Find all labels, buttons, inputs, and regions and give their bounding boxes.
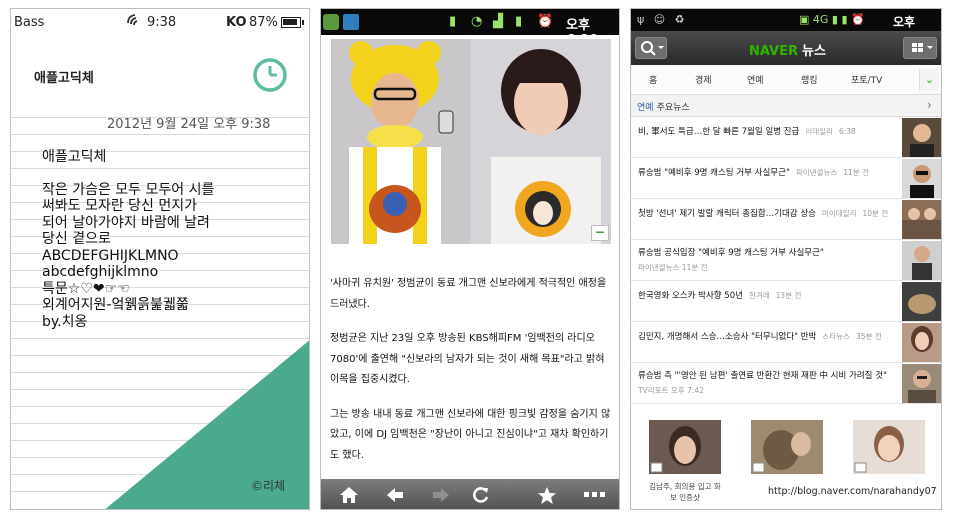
tab-home[interactable]: 홈 <box>649 73 657 86</box>
memo-line: 되어 날아가야지 바람에 날려 <box>42 214 210 231</box>
news-thumbnail <box>902 200 941 239</box>
gallery-image <box>649 420 721 474</box>
news-item[interactable]: 류승범 "예비후 9명 캐스팅 거부 사실무근" 파이낸셜뉴스 11분 전 <box>631 158 941 199</box>
tab-ranking[interactable]: 랭킹 <box>801 73 818 86</box>
news-thumbnail <box>902 241 941 280</box>
expand-button[interactable]: − <box>591 225 609 241</box>
battery-percent: 87% <box>249 15 278 30</box>
memo-date: 2012년 9월 24일 오후 9:38 <box>107 117 271 132</box>
grid-icon <box>912 43 933 52</box>
memo-line: abcdefghijklmno <box>42 264 159 280</box>
news-item[interactable]: 비, 軍서도 특급…한 달 빠른 7월일 일병 진급 이데일리 6:38 <box>631 117 941 158</box>
signal-icon: ▣ 4G ▮ ▮ ⏰ <box>799 13 865 26</box>
memo-body[interactable]: 애플고딕체 작은 가슴은 모두 모두어 시를 써봐도 모자란 당신 먼지가 되어… <box>42 149 302 330</box>
article-photo[interactable] <box>331 39 611 244</box>
app-icon <box>323 14 339 30</box>
news-thumbnail <box>902 159 941 198</box>
carrier-name: Bass <box>14 15 45 30</box>
tab-economy[interactable]: 경제 <box>695 73 712 86</box>
wifi-icon <box>127 14 138 26</box>
bookmark-icon[interactable] <box>535 483 559 507</box>
browser-toolbar <box>321 479 619 509</box>
signature: ©리체 <box>251 479 286 493</box>
gallery-caption: 김남주, 회의용 입고 화보 인증샷 <box>649 482 721 502</box>
watermark-url: http://blog.naver.com/narahandy07 <box>768 486 937 497</box>
gallery-item[interactable] <box>853 420 925 481</box>
clock-icon[interactable] <box>252 57 288 93</box>
status-time: 9:38 <box>147 15 177 30</box>
refresh-icon[interactable] <box>469 483 493 507</box>
font-title: 애플고딕체 <box>34 71 94 86</box>
memo-screen: Bass 9:38 KO 87% 애플고딕체 2012년 9월 24일 오후 9… <box>10 8 310 510</box>
battery-icon <box>281 17 304 28</box>
memo-line: ABCDEFGHIJKLMNO <box>42 247 179 264</box>
memo-heading: 애플고딕체 <box>42 149 107 165</box>
status-bar: ▮ ◔ ▟ ▮ ⏰ 오후 6:10 <box>321 9 619 48</box>
news-screen: ψ ☺ ♻ ▣ 4G ▮ ▮ ⏰ 오후 8:48 NAVER뉴스 홈 경제 연예… <box>630 8 942 510</box>
news-item[interactable]: 류승범 공식입장 "예비후 9명 캐스팅 거부 사실무근" 파이낸셜뉴스 11분… <box>631 240 941 281</box>
news-list: 비, 軍서도 특급…한 달 빠른 7월일 일병 진급 이데일리 6:38 류승범 "… <box>631 117 941 404</box>
more-icon[interactable] <box>583 483 607 507</box>
naver-logo[interactable]: NAVER 뉴스 <box>749 40 826 59</box>
memo-line: 특문☆♡❤☞☜ <box>42 280 130 297</box>
language-indicator: KO <box>226 15 247 30</box>
news-thumbnail <box>902 118 941 157</box>
article-screen: ▮ ◔ ▟ ▮ ⏰ 오후 6:10 − '사마귀 유치원' 정범균이 동료 개그… <box>320 8 620 510</box>
category-tabs: 홈 경제 연예 랭킹 포토/TV ⌄ <box>631 65 941 95</box>
news-item[interactable]: 류승범 측 "'영안 된 남편' 출연료 반환간 현재 재판 中 시비 가려질 … <box>631 363 941 404</box>
news-thumbnail <box>902 364 941 403</box>
menu-button[interactable] <box>903 37 937 59</box>
tab-entertainment[interactable]: 연예 <box>747 73 764 86</box>
article-body: '사마귀 유치원' 정범균이 동료 개그맨 신보라에게 적극적인 애정을 드러냈… <box>330 274 614 480</box>
news-item[interactable]: 한국영화 오스카 박사향 50년 한겨레 13분 전 <box>631 281 941 322</box>
memo-line: 당신 곁으로 <box>42 231 111 247</box>
article-paragraph: 정범균은 지난 23일 오후 방송된 KBS해피FM '임백천의 라디오 708… <box>330 333 605 385</box>
gallery-item[interactable] <box>751 420 823 481</box>
status-bar: Bass 9:38 KO 87% <box>11 9 309 35</box>
gallery-item[interactable]: 김남주, 회의용 입고 화보 인증샷 <box>649 420 721 503</box>
search-icon <box>641 41 664 56</box>
gallery-image <box>751 420 823 474</box>
news-thumbnail <box>902 323 941 362</box>
usb-icon: ψ ☺ ♻ <box>637 13 688 26</box>
wifi-icon: ◔ <box>471 14 483 29</box>
app-icon <box>343 14 359 30</box>
news-item[interactable]: 첫방 '선녀' 제기 발랄 캐릭터 총집합…기대감 상승 마이데일리 10분 전 <box>631 199 941 240</box>
memo-line: by.치옹 <box>42 313 88 330</box>
memo-line: 외계어지원-엌웱읅붍궯쭓 <box>42 297 189 313</box>
search-button[interactable] <box>635 37 667 59</box>
chevron-right-icon: › <box>927 98 932 112</box>
battery-icon: ▮ <box>515 14 523 29</box>
signal-icon: ▮ <box>449 14 457 29</box>
tab-photo-tv[interactable]: 포토/TV <box>851 73 882 86</box>
status-bar: ψ ☺ ♻ ▣ 4G ▮ ▮ ⏰ 오후 8:48 <box>631 9 941 44</box>
gallery-image <box>853 420 925 474</box>
memo-line: 작은 가슴은 모두 모두어 시를 <box>42 181 215 198</box>
alarm-icon: ⏰ <box>537 14 554 29</box>
article-paragraph: '사마귀 유치원' 정범균이 동료 개그맨 신보라에게 적극적인 애정을 드러냈… <box>330 278 607 310</box>
chevron-down-icon[interactable]: ⌄ <box>919 69 939 91</box>
app-header: NAVER 뉴스 <box>631 31 941 65</box>
home-icon[interactable] <box>337 483 361 507</box>
memo-line: 써봐도 모자란 당신 먼지가 <box>42 198 198 214</box>
news-item[interactable]: 김민지, 개명해서 스승…소승사 "터무니없다" 반박 스타뉴스 35분 전 <box>631 322 941 363</box>
back-icon[interactable] <box>383 483 407 507</box>
signal-icon: ▟ <box>493 14 503 29</box>
section-header[interactable]: 연예 주요뉴스 › <box>631 95 941 117</box>
forward-icon[interactable] <box>429 483 453 507</box>
news-thumbnail <box>902 282 941 321</box>
article-paragraph: 그는 방송 내내 동료 개그맨 신보라에 대한 핑크빛 감정을 숨기지 않았고,… <box>330 408 611 461</box>
